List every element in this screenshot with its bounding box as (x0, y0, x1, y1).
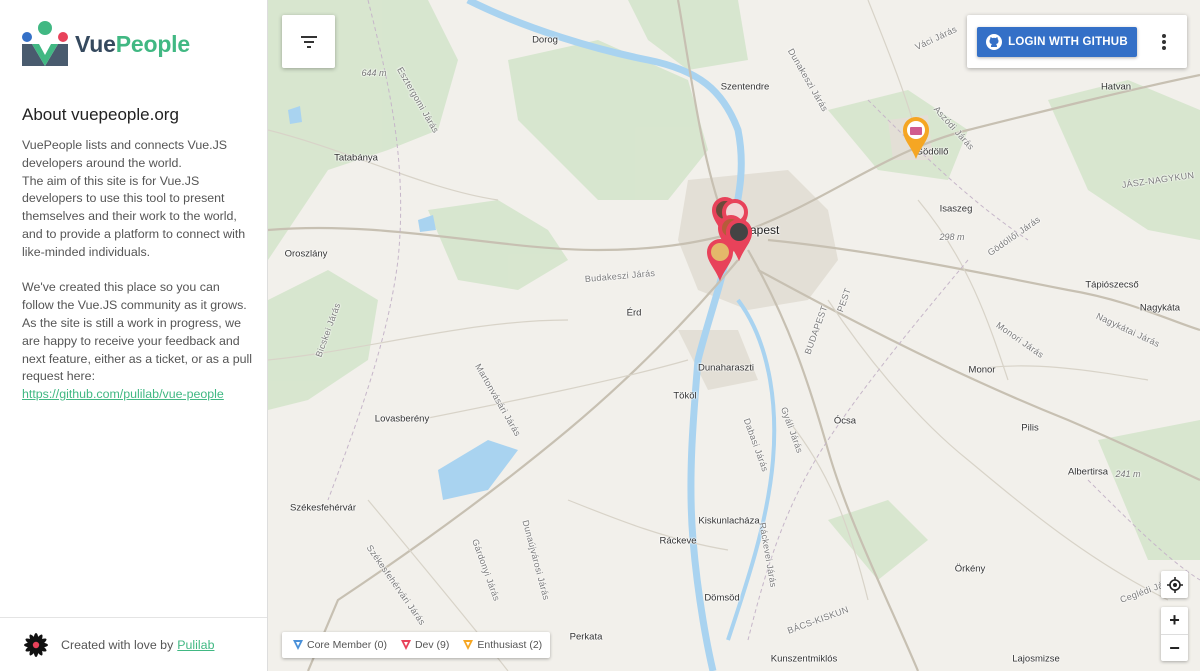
about-body: VuePeople lists and connects Vue.JS deve… (22, 137, 254, 404)
zoom-out-button[interactable]: − (1161, 634, 1188, 662)
place-label: Ócsa (833, 415, 857, 427)
dev-marker-icon (400, 640, 411, 650)
footer-text: Created with love by (61, 637, 174, 652)
locate-me-button[interactable] (1161, 571, 1188, 598)
about-p2-text: We've created this place so you can foll… (22, 280, 253, 384)
more-options-button[interactable] (1152, 27, 1176, 57)
place-label: Érd (626, 307, 642, 319)
legend-item-dev[interactable]: Dev (9) (400, 639, 450, 651)
map[interactable]: Dorog Szentendre Tatabánya Budapest Gödö… (268, 0, 1200, 671)
about-paragraph-2: We've created this place so you can foll… (22, 279, 254, 404)
place-label: Kiskunlacháza (698, 515, 760, 527)
place-label: Kunszentmiklós (770, 653, 838, 665)
place-label: Nagykáta (1139, 302, 1181, 314)
sidebar: VuePeople About vuepeople.org VuePeople … (0, 0, 268, 671)
more-vert-icon-dot (1162, 40, 1166, 44)
about-p1-line1: VuePeople lists and connects Vue.JS deve… (22, 138, 228, 170)
crosshair-icon (1166, 576, 1183, 593)
altitude-label: 241 m (1115, 469, 1141, 479)
place-label: Ráckeve (659, 535, 697, 547)
about-paragraph-1: VuePeople lists and connects Vue.JS deve… (22, 137, 254, 262)
legend-label: Dev (9) (414, 639, 450, 651)
place-label: Perkata (569, 631, 603, 643)
place-label: Örkény (954, 563, 986, 575)
place-label: Monor (968, 364, 996, 376)
place-label: Székesfehérvár (289, 502, 357, 514)
place-label: Albertirsa (1067, 466, 1109, 478)
map-base-layer (268, 0, 1200, 671)
top-toolbar: LOGIN WITH GITHUB (967, 15, 1187, 68)
filter-icon (300, 35, 317, 48)
place-label: Dunaharaszti (698, 362, 754, 374)
github-repo-link[interactable]: https://github.com/pulilab/vue-people (22, 387, 224, 401)
zoom-control: + − (1161, 607, 1188, 661)
user-marker-enthusiast[interactable] (901, 116, 931, 160)
zoom-in-button[interactable]: + (1161, 607, 1188, 634)
place-label: Oroszlány (284, 248, 328, 260)
place-label: Tápiószecső (1085, 279, 1139, 291)
login-button-label: LOGIN WITH GITHUB (1008, 36, 1128, 48)
place-label: Lajosmizse (1012, 653, 1060, 665)
place-label: Pilis (1021, 422, 1039, 434)
logo[interactable]: VuePeople (21, 20, 190, 68)
logo-text-vue: Vue (75, 30, 116, 57)
about-title: About vuepeople.org (22, 105, 179, 124)
core-member-marker-icon (293, 640, 303, 650)
altitude-label: 644 m (361, 68, 387, 78)
place-label: Szentendre (720, 81, 770, 93)
enthusiast-marker-icon (463, 640, 474, 650)
sidebar-footer: Created with love by Pulilab (0, 617, 267, 671)
place-label: Isaszeg (939, 203, 973, 215)
user-marker-dev[interactable] (705, 238, 735, 282)
more-vert-icon-dot (1162, 46, 1166, 51)
place-label: Dömsöd (704, 592, 740, 604)
filter-button[interactable] (282, 15, 335, 68)
legend-item-core-member[interactable]: Core Member (0) (293, 639, 387, 651)
about-p1-line2: The aim of this site is for Vue.JS devel… (22, 173, 246, 259)
pulilab-link[interactable]: Pulilab (177, 638, 214, 652)
logo-text: VuePeople (75, 31, 190, 58)
logo-text-people: People (115, 30, 190, 57)
place-label: Tatabánya (334, 152, 378, 164)
github-icon (986, 34, 1003, 50)
place-label: Tököl (673, 390, 697, 402)
pulilab-flower-icon (24, 632, 48, 657)
place-label: Hatvan (1100, 81, 1132, 93)
legend-label: Core Member (0) (307, 639, 387, 651)
more-vert-icon (1162, 33, 1166, 38)
altitude-label: 298 m (939, 232, 965, 242)
legend-item-enthusiast[interactable]: Enthusiast (2) (463, 639, 542, 651)
login-with-github-button[interactable]: LOGIN WITH GITHUB (977, 27, 1137, 57)
legend-label: Enthusiast (2) (477, 639, 543, 651)
vuepeople-logo-icon (22, 21, 68, 66)
place-label: Dorog (532, 34, 558, 46)
legend: Core Member (0) Dev (9) Enthusiast (2) (282, 632, 550, 658)
place-label: Lovasberény (374, 413, 430, 425)
